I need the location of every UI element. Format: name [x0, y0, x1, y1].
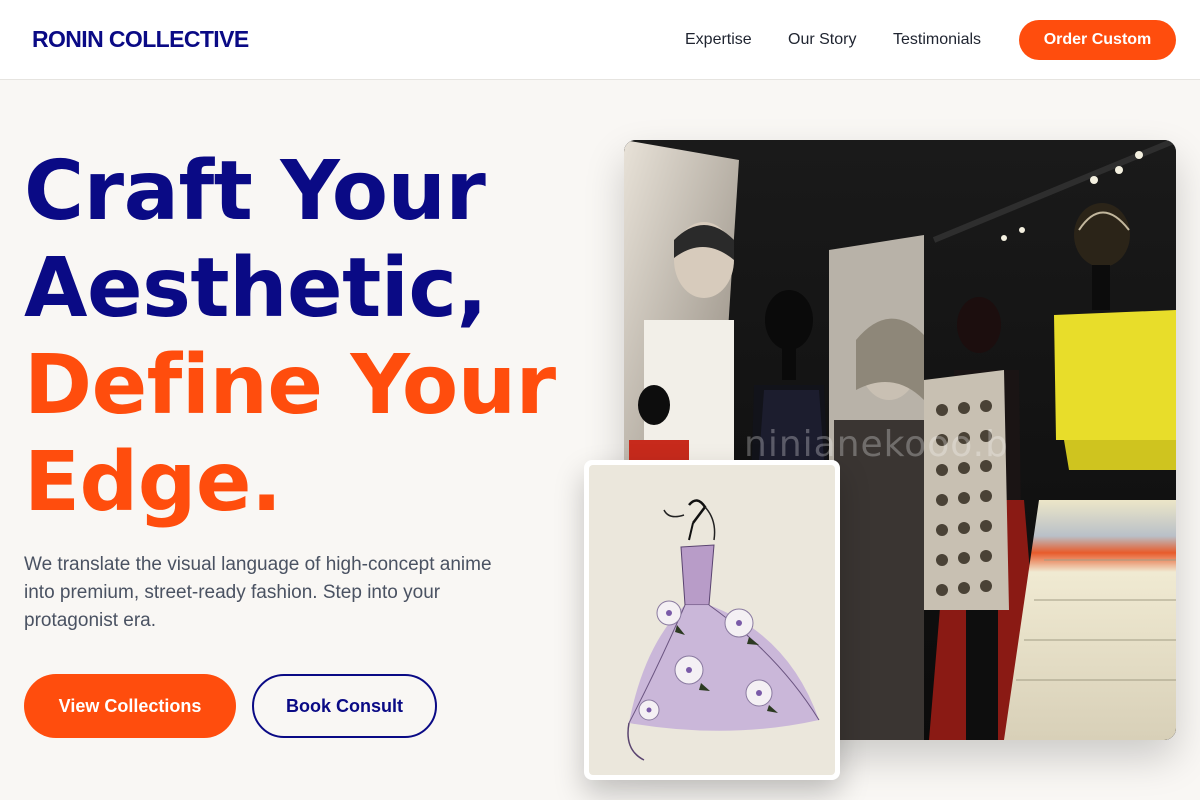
gown-sketch-illustration — [589, 465, 835, 775]
hero-subtext: We translate the visual language of high… — [24, 554, 492, 631]
hero-headline: Craft Your Aesthetic, Define Your Edge. — [24, 143, 556, 531]
headline-line-1: Craft Your — [24, 144, 486, 239]
headline-line-2: Aesthetic, — [24, 241, 488, 336]
sketch-card — [584, 460, 840, 780]
view-collections-button[interactable]: View Collections — [24, 674, 236, 738]
brand-logo[interactable]: RONIN COLLECTIVE — [32, 26, 249, 53]
book-consult-button[interactable]: Book Consult — [252, 674, 437, 738]
headline-line-4: Edge. — [24, 435, 282, 530]
order-custom-button[interactable]: Order Custom — [1019, 20, 1176, 60]
site-header: RONIN COLLECTIVE Expertise Our Story Tes… — [0, 0, 1200, 80]
nav-link-our-story[interactable]: Our Story — [788, 31, 856, 49]
headline-line-3: Define Your — [24, 338, 556, 433]
nav-link-testimonials[interactable]: Testimonials — [893, 31, 981, 49]
photo-watermark: ninianekooo.b — [744, 424, 1009, 465]
nav-link-expertise[interactable]: Expertise — [685, 31, 752, 49]
